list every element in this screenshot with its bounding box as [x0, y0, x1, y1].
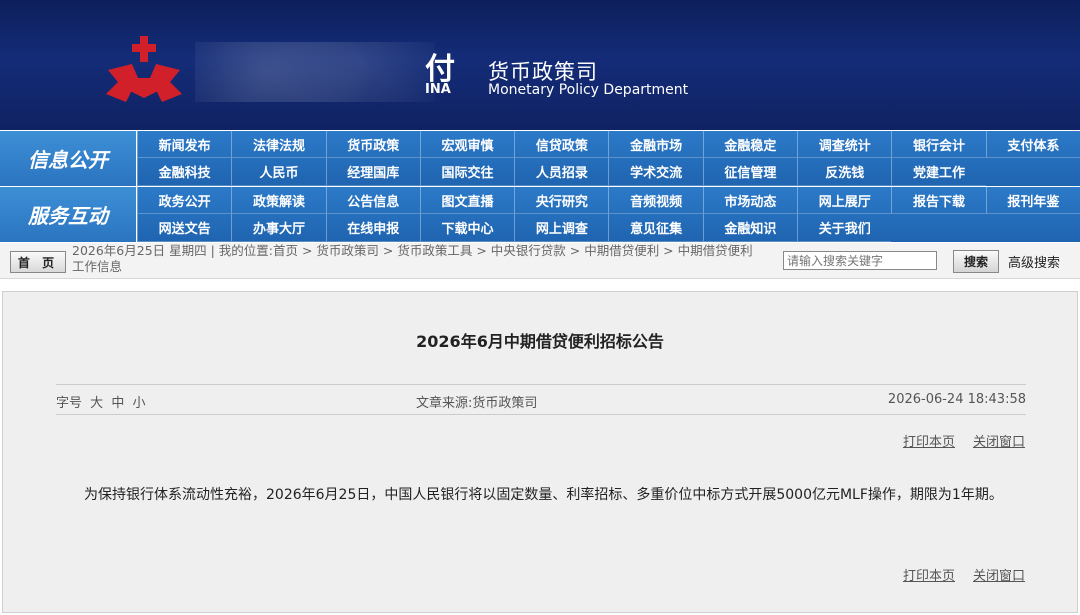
nav-item[interactable]: 信贷政策	[514, 131, 609, 158]
nav-row-info: 信息公开 新闻发布 法律法规 货币政策 宏观审慎 信贷政策 金融市场 金融稳定 调查统计 银行会…	[0, 131, 1080, 186]
article-source: 文章来源:货币政策司	[416, 396, 538, 411]
nav-item[interactable]: 人民币	[231, 158, 326, 186]
nav-item[interactable]: 学术交流	[608, 158, 703, 186]
nav-item[interactable]: 新闻发布	[137, 131, 232, 158]
nav-grid-info: 新闻发布 法律法规 货币政策 宏观审慎 信贷政策 金融市场 金融稳定 调查统计 银行会计 支付体系…	[137, 131, 1080, 186]
nav-item[interactable]: 金融市场	[608, 131, 703, 158]
article-title: 2026年6月中期借贷便利招标公告	[416, 332, 664, 351]
search-input[interactable]	[783, 251, 937, 270]
department-name-en: Monetary Policy Department	[488, 82, 689, 98]
breadcrumb: 2026年6月25日 星期四 | 我的位置:首页 > 货币政策司 > 货币政策工…	[72, 243, 753, 274]
nav-item[interactable]: 央行研究	[514, 187, 609, 214]
article-actions-top: 打印本页 关闭窗口	[885, 431, 1025, 450]
nav-item[interactable]: 网上调查	[514, 214, 609, 242]
font-size-label: 字号	[56, 396, 83, 411]
print-link[interactable]: 打印本页	[903, 435, 955, 450]
nav-item[interactable]: 音频视频	[608, 187, 703, 214]
nav-item[interactable]: 意见征集	[608, 214, 703, 242]
article-actions-bottom: 打印本页 关闭窗口	[885, 565, 1025, 584]
nav-item[interactable]: 法律法规	[231, 131, 326, 158]
nav-item[interactable]: 市场动态	[702, 187, 798, 214]
banner-decoration	[195, 42, 435, 102]
nav-grid-service: 政务公开 政策解读 公告信息 图文直播 央行研究 音频视频 市场动态 网上展厅 报告下载 报刊年鉴…	[137, 187, 1080, 242]
print-link[interactable]: 打印本页	[903, 569, 955, 584]
nav-item[interactable]: 反洗钱	[797, 158, 892, 186]
nav-item[interactable]: 国际交往	[419, 158, 515, 186]
font-size-large[interactable]: 大	[90, 396, 103, 411]
font-size-small[interactable]: 小	[132, 396, 145, 411]
nav-item[interactable]: 图文直播	[419, 187, 515, 214]
font-size-medium[interactable]: 中	[111, 396, 124, 411]
nav-item[interactable]: 关于我们	[797, 214, 892, 242]
close-window-link[interactable]: 关闭窗口	[973, 435, 1025, 450]
nav-item[interactable]: 银行会计	[891, 131, 986, 158]
nav-item[interactable]: 办事大厅	[231, 214, 326, 242]
nav-item[interactable]: 金融知识	[702, 214, 798, 242]
info-bar: 首 页 2026年6月25日 星期四 | 我的位置:首页 > 货币政策司 > 货…	[0, 243, 1080, 279]
nav-item[interactable]: 报告下载	[891, 187, 986, 214]
nav-item[interactable]: 公告信息	[325, 187, 420, 214]
meta-divider-top	[56, 384, 1026, 385]
nav-item[interactable]: 报刊年鉴	[985, 187, 1080, 214]
bank-name-en: INA	[425, 82, 451, 97]
site-banner: 付 INA 货币政策司 Monetary Policy Department	[0, 0, 1080, 130]
nav-item[interactable]: 下载中心	[419, 214, 515, 242]
article-panel: 2026年6月中期借贷便利招标公告 字号 大 中 小 文章来源:货币政策司 20…	[2, 291, 1078, 613]
font-size-control: 字号 大 中 小	[56, 392, 145, 411]
meta-divider-bottom	[56, 414, 1026, 415]
nav-item[interactable]: 宏观审慎	[419, 131, 515, 158]
nav-item[interactable]: 网送文告	[137, 214, 232, 242]
pboc-logo-icon	[106, 36, 182, 102]
nav-item[interactable]: 政策解读	[231, 187, 326, 214]
nav-row-service: 服务互动 政务公开 政策解读 公告信息 图文直播 央行研究 音频视频 市场动态 网上展厅 报告下…	[0, 187, 1080, 242]
nav-item[interactable]: 金融科技	[137, 158, 232, 186]
nav-item[interactable]: 人员招录	[514, 158, 609, 186]
nav-label-service: 服务互动	[0, 187, 136, 242]
article-datetime: 2026-06-24 18:43:58	[887, 392, 1026, 407]
nav-item[interactable]: 政务公开	[137, 187, 232, 214]
nav-item[interactable]: 经理国库	[325, 158, 420, 186]
nav-item[interactable]: 征信管理	[702, 158, 798, 186]
nav-item[interactable]: 党建工作	[891, 158, 986, 186]
nav-item[interactable]: 调查统计	[797, 131, 892, 158]
nav-item[interactable]: 网上展厅	[797, 187, 892, 214]
advanced-search-link[interactable]: 高级搜索	[1008, 252, 1060, 271]
search-button[interactable]: 搜索	[953, 250, 999, 273]
nav-item[interactable]: 金融稳定	[702, 131, 798, 158]
home-button[interactable]: 首 页	[10, 251, 66, 273]
close-window-link[interactable]: 关闭窗口	[973, 569, 1025, 584]
nav-item[interactable]: 在线申报	[325, 214, 420, 242]
nav-label-info: 信息公开	[0, 131, 136, 186]
nav-item[interactable]: 支付体系	[985, 131, 1080, 158]
nav-item[interactable]: 货币政策	[325, 131, 420, 158]
article-body: 为保持银行体系流动性充裕，2026年6月25日，中国人民银行将以固定数量、利率招…	[84, 487, 1003, 503]
